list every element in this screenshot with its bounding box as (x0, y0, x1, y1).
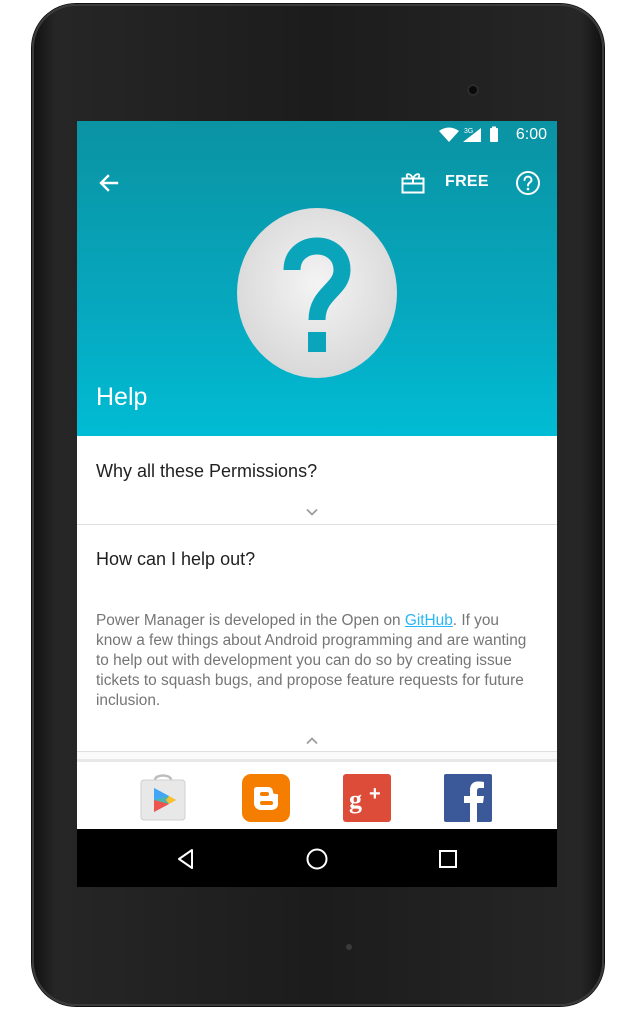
status-time: 6:00 (515, 126, 547, 143)
chevron-up-icon[interactable] (305, 736, 319, 746)
header: 3G 6:00 FREE Help (77, 121, 557, 436)
wifi-icon (439, 127, 459, 142)
front-camera (467, 84, 479, 96)
faq-answer: Power Manager is developed in the Open o… (96, 611, 536, 711)
faq-item-permissions[interactable]: Why all these Permissions? (77, 436, 557, 525)
share-bar: g + (77, 759, 557, 832)
google-play-icon[interactable] (139, 774, 187, 822)
toolbar: FREE (77, 157, 557, 209)
screen: 3G 6:00 FREE Help Why all these Permissi… (77, 121, 557, 887)
gift-icon[interactable] (399, 169, 427, 197)
microphone-hole (346, 944, 352, 950)
status-bar: 3G 6:00 (77, 121, 557, 149)
svg-text:g: g (349, 785, 362, 814)
status-icons: 3G (439, 126, 498, 142)
network-type-label: 3G (464, 128, 473, 135)
back-arrow-icon[interactable] (95, 169, 123, 197)
battery-icon (490, 128, 498, 142)
faq-question: Why all these Permissions? (96, 461, 318, 481)
svg-text:+: + (369, 783, 381, 805)
recents-square-icon[interactable] (435, 846, 461, 872)
google-plus-icon[interactable]: g + (343, 774, 391, 822)
faq-item-help-out[interactable]: How can I help out? Power Manager is dev… (77, 525, 557, 752)
question-mark-icon (237, 208, 397, 378)
help-circle-icon[interactable] (514, 169, 542, 197)
blogger-icon[interactable] (242, 774, 290, 822)
navigation-bar (77, 829, 557, 887)
chevron-down-icon[interactable] (305, 507, 319, 517)
free-button[interactable]: FREE (445, 173, 489, 191)
back-triangle-icon[interactable] (173, 846, 199, 872)
faq-question: How can I help out? (96, 549, 256, 569)
answer-text: Power Manager is developed in the Open o… (96, 612, 405, 629)
github-link[interactable]: GitHub (405, 612, 453, 629)
home-circle-icon[interactable] (304, 846, 330, 872)
page-title: Help (96, 383, 148, 411)
facebook-icon[interactable] (444, 774, 492, 822)
